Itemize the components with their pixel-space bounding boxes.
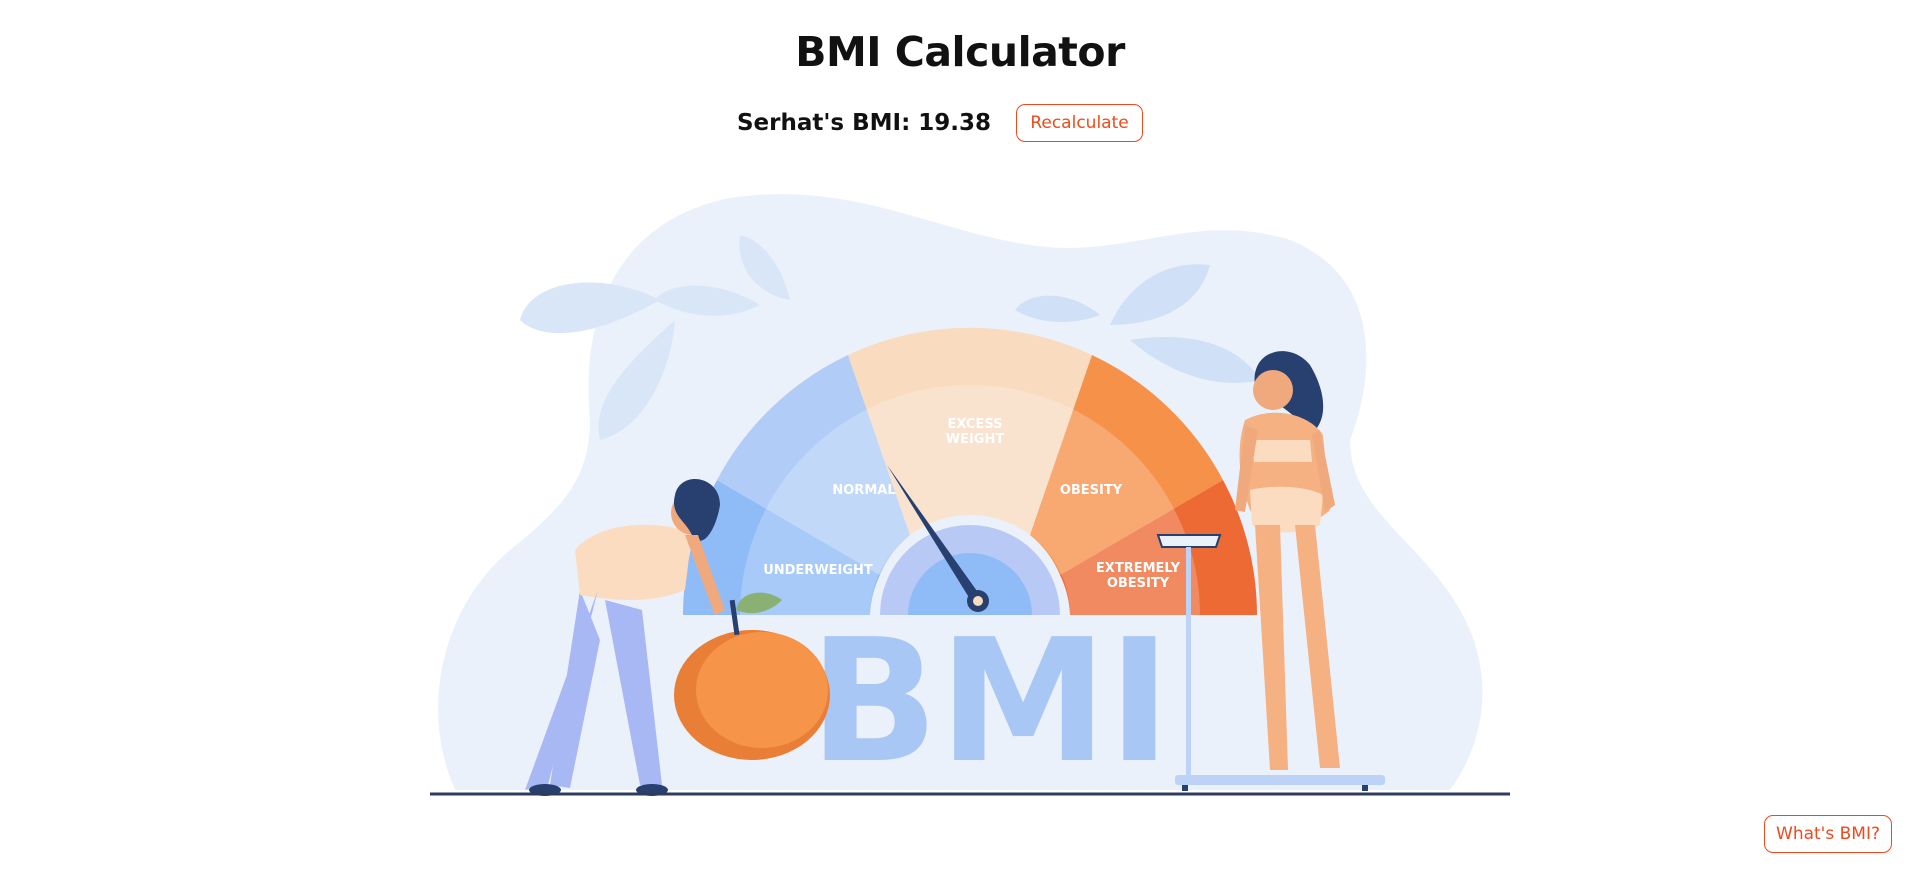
gauge-label-extreme-2: OBESITY: [1107, 576, 1170, 591]
result-row: Serhat's BMI: 19.38 Recalculate: [0, 104, 1920, 142]
bmi-illustration: UNDERWEIGHT NORMAL EXCESS WEIGHT OBESITY…: [430, 194, 1510, 800]
bmi-result-text: Serhat's BMI: 19.38: [736, 110, 992, 136]
gauge-label-excess-2: WEIGHT: [946, 432, 1005, 447]
recalculate-button[interactable]: Recalculate: [1016, 104, 1144, 142]
gauge-label-excess-1: EXCESS: [947, 417, 1002, 432]
whats-bmi-button[interactable]: What's BMI?: [1764, 815, 1892, 853]
gauge-label-obesity: OBESITY: [1060, 483, 1123, 498]
bmi-calculator-page: BMI Calculator Serhat's BMI: 19.38 Recal…: [0, 0, 1920, 891]
gauge-label-underweight: UNDERWEIGHT: [763, 563, 873, 578]
page-title: BMI Calculator: [795, 28, 1125, 76]
bmi-big-text: BMI: [809, 603, 1171, 800]
gauge-label-normal: NORMAL: [832, 483, 895, 498]
gauge-label-extreme-1: EXTREMELY: [1096, 561, 1181, 576]
